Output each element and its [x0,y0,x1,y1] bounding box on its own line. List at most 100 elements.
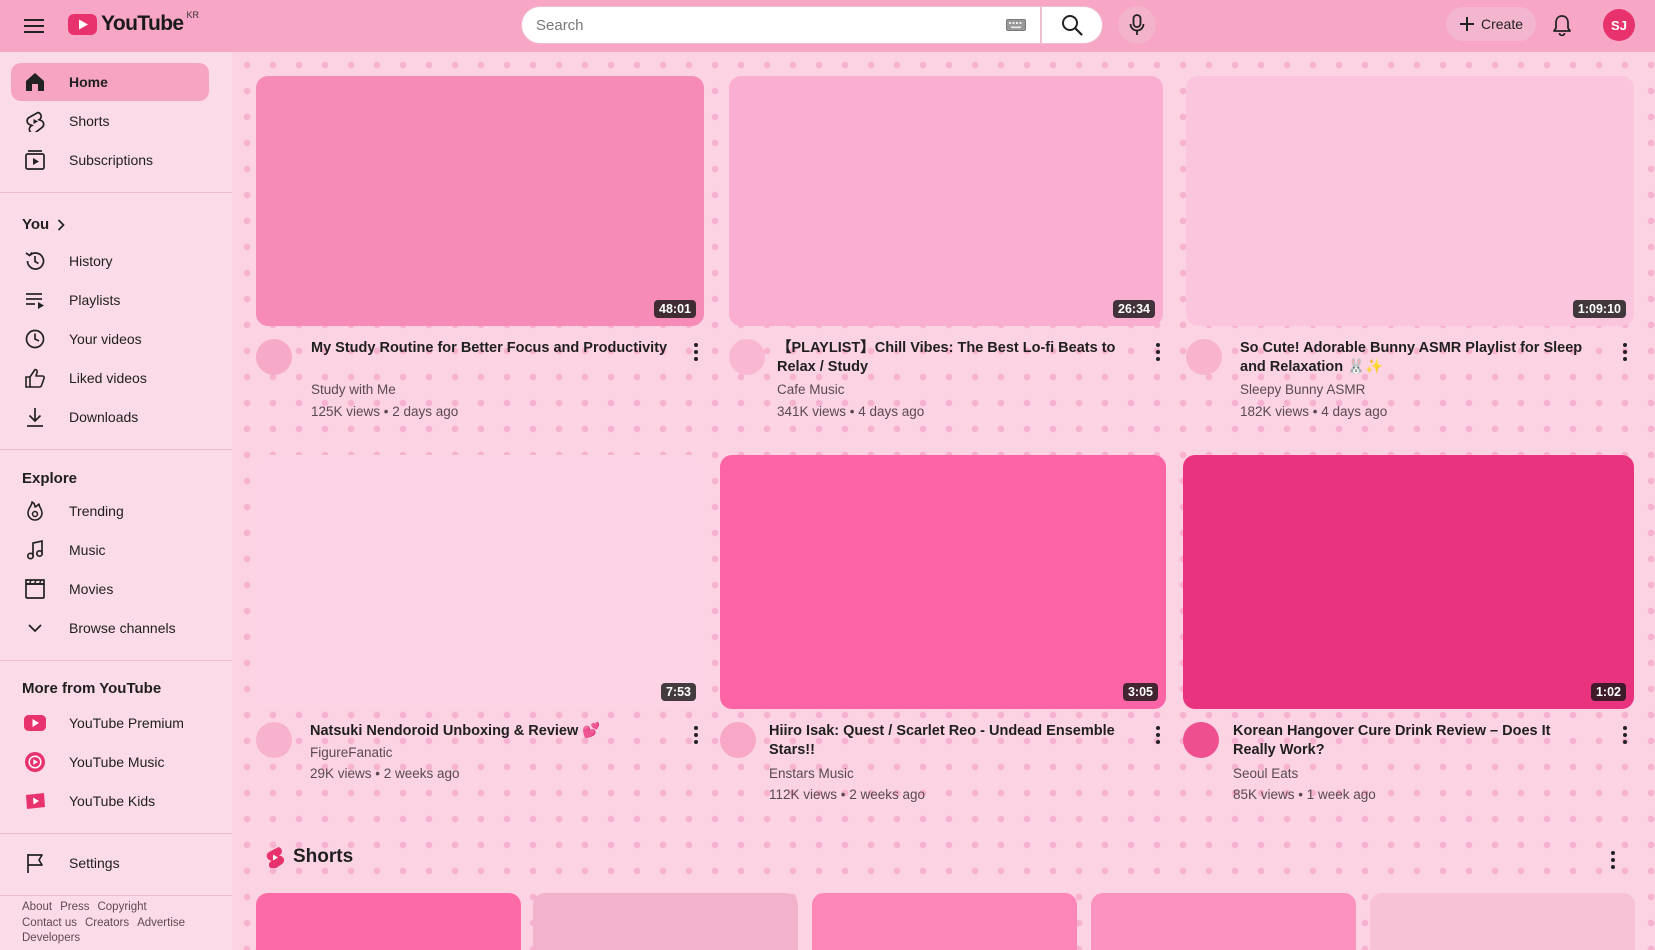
footer-link-creators[interactable]: Creators [85,917,129,929]
account-avatar[interactable]: SJ [1603,9,1635,41]
voice-search-button[interactable] [1118,6,1156,44]
sidebar-item-downloads[interactable]: Downloads [11,398,209,436]
video-channel[interactable]: Study with Me [311,382,396,397]
footer-link-contact-us[interactable]: Contact us [22,917,77,929]
video-duration: 1:02 [1590,683,1626,701]
video-title[interactable]: My Study Routine for Better Focus and Pr… [311,339,671,358]
video-thumbnail[interactable]: 3:05 [720,455,1166,709]
video-more-button[interactable] [1148,340,1168,364]
you-title-text: You [22,216,50,233]
footer-link-developers[interactable]: Developers [22,932,80,944]
video-channel[interactable]: Cafe Music [777,382,845,397]
youtube-premium-icon [23,711,47,735]
footer-line-2: Contact us Creators Advertise [22,916,222,932]
home-icon [23,70,47,94]
sidebar-item-youtube-premium[interactable]: YouTube Premium [11,704,209,742]
sidebar-divider [0,660,232,661]
video-meta: 29K views • 2 weeks ago [310,766,460,781]
you-section-title[interactable]: You [22,216,65,233]
video-channel[interactable]: FigureFanatic [310,745,393,760]
footer-link-advertise[interactable]: Advertise [137,917,185,929]
video-title[interactable]: Natsuki Nendoroid Unboxing & Review 💕 [310,722,670,741]
video-title[interactable]: 【PLAYLIST】Chill Vibes: The Best Lo-fi Be… [777,339,1137,377]
explore-section-title: Explore [22,470,77,487]
sidebar-item-subscriptions[interactable]: Subscriptions [11,141,209,179]
sidebar-item-your-videos[interactable]: Your videos [11,320,209,358]
channel-avatar[interactable] [256,339,292,375]
explore-title-text: Explore [22,470,78,487]
video-title[interactable]: So Cute! Adorable Bunny ASMR Playlist fo… [1240,339,1600,377]
channel-avatar[interactable] [729,339,765,375]
video-meta: 85K views • 1 week ago [1233,787,1376,802]
video-thumbnail[interactable]: 1:09:10 [1186,76,1634,326]
video-channel[interactable]: Seoul Eats [1233,766,1298,781]
sidebar-item-music[interactable]: Music [11,531,209,569]
sidebar-item-label: History [69,253,113,269]
short-thumbnail[interactable] [1091,893,1356,950]
video-thumbnail[interactable]: 1:02 [1183,455,1634,709]
footer-link-about[interactable]: About [22,901,52,913]
short-thumbnail[interactable] [812,893,1077,950]
notifications-button[interactable] [1545,8,1579,42]
sidebar-item-label: Your videos [69,331,142,347]
sidebar-item-shorts[interactable]: Shorts [11,102,209,140]
sidebar-item-movies[interactable]: Movies [11,570,209,608]
youtube-music-icon [23,750,47,774]
sidebar-item-label: Downloads [69,409,139,425]
short-thumbnail[interactable] [533,893,798,950]
more-vertical-icon [694,343,698,361]
video-channel[interactable]: Enstars Music [769,766,854,781]
trending-icon [23,499,47,523]
history-icon [23,249,47,273]
youtube-kids-icon [23,789,47,813]
youtube-play-logo-icon [68,13,97,35]
sidebar-item-playlists[interactable]: Playlists [11,281,209,319]
sidebar-item-liked-videos[interactable]: Liked videos [11,359,209,397]
channel-avatar[interactable] [720,722,756,758]
video-thumbnail[interactable]: 7:53 [256,455,704,709]
sidebar-item-trending[interactable]: Trending [11,492,209,530]
video-title[interactable]: Hiiro Isak: Quest / Scarlet Reo - Undead… [769,722,1129,760]
more-vertical-icon [1156,726,1160,744]
channel-avatar[interactable] [256,722,292,758]
video-more-button[interactable] [1148,723,1168,747]
keyboard-icon[interactable] [1006,19,1026,31]
footer-line-3: Developers [22,931,222,947]
footer-link-copyright[interactable]: Copyright [97,901,146,913]
short-thumbnail[interactable] [256,893,521,950]
chevron-right-icon [58,218,65,231]
sidebar-item-browse-channels[interactable]: Browse channels [11,609,209,647]
youtube-logo[interactable]: YouTube KR [68,10,199,36]
channel-avatar[interactable] [1183,722,1219,758]
video-thumbnail[interactable]: 26:34 [729,76,1163,326]
video-more-button[interactable] [686,340,706,364]
thumbs-up-icon [23,366,47,390]
flag-icon [23,851,47,875]
video-thumbnail[interactable]: 48:01 [256,76,704,326]
sidebar-item-history[interactable]: History [11,242,209,280]
search-input[interactable] [536,16,998,34]
search-button[interactable] [1041,6,1103,44]
video-meta: 341K views • 4 days ago [777,404,925,419]
sidebar-item-label: Subscriptions [69,152,154,168]
video-channel[interactable]: Sleepy Bunny ASMR [1240,382,1365,397]
footer-link-press[interactable]: Press [60,901,89,913]
video-more-button[interactable] [686,723,706,747]
video-title[interactable]: Korean Hangover Cure Drink Review – Does… [1233,722,1593,760]
sidebar-item-youtube-music[interactable]: YouTube Music [11,743,209,781]
channel-avatar[interactable] [1186,339,1222,375]
create-button[interactable]: Create [1446,7,1536,41]
chevron-down-icon [23,616,47,640]
video-more-button[interactable] [1615,723,1635,747]
sidebar-item-settings[interactable]: Settings [11,844,209,882]
sidebar-item-label: Home [69,74,108,90]
shorts-more-button[interactable] [1603,848,1623,872]
menu-button[interactable] [18,10,50,42]
your-videos-icon [23,327,47,351]
sidebar-divider [0,833,232,834]
video-meta: 112K views • 2 weeks ago [769,787,926,802]
video-more-button[interactable] [1615,340,1635,364]
sidebar-item-youtube-kids[interactable]: YouTube Kids [11,782,209,820]
short-thumbnail[interactable] [1370,893,1635,950]
sidebar-item-home[interactable]: Home [11,63,209,101]
